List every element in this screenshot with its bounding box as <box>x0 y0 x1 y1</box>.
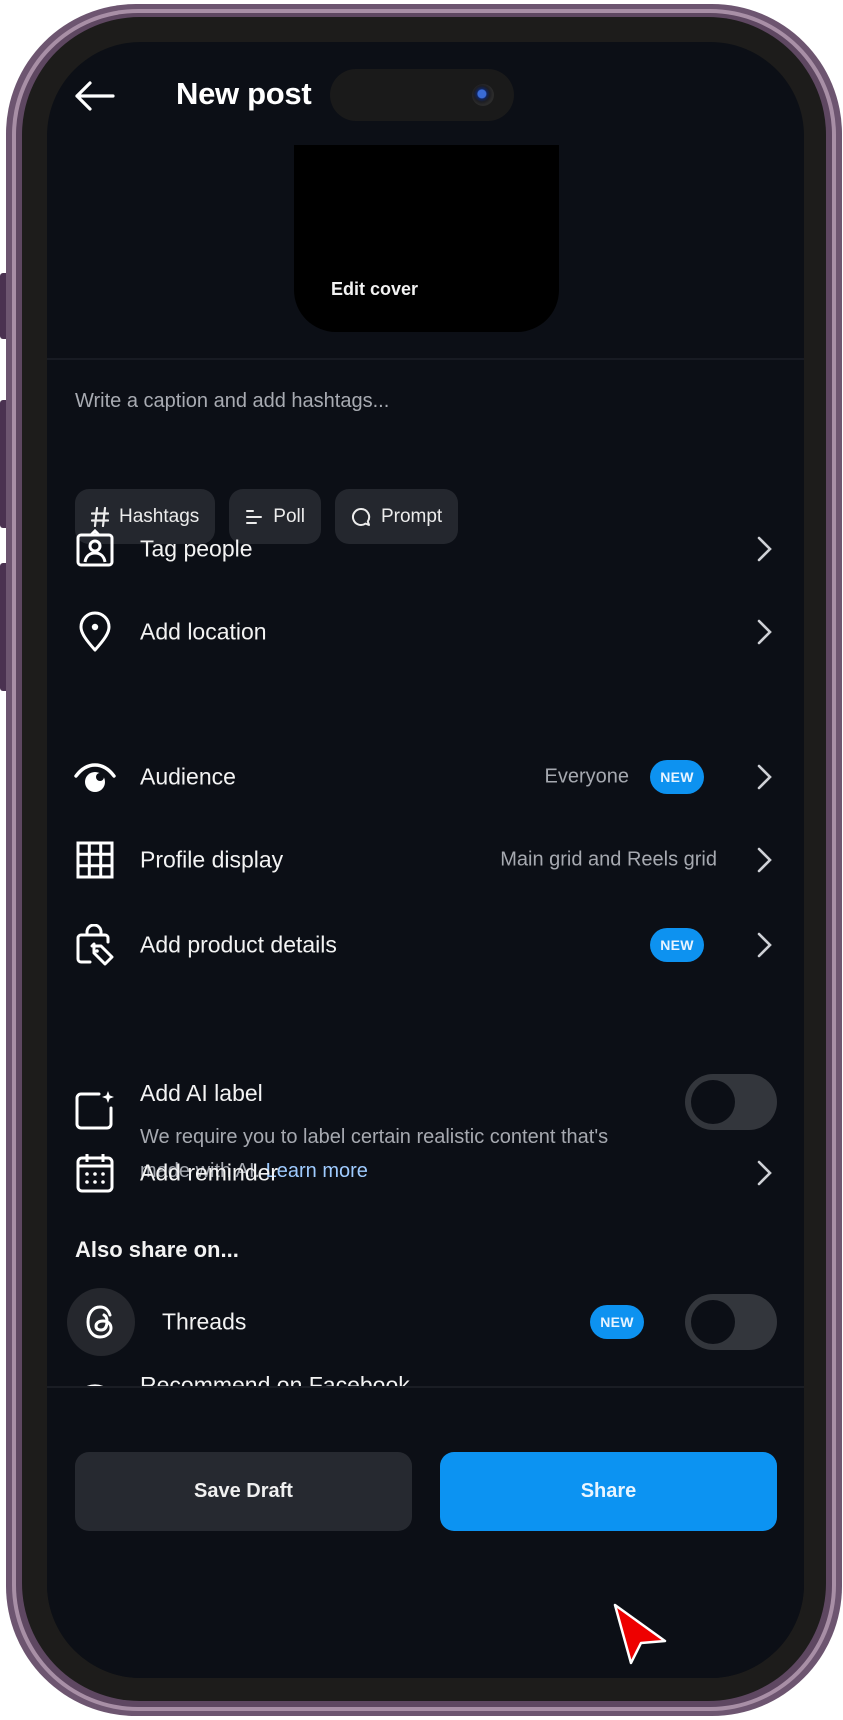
profile-display-row[interactable]: Profile display Main grid and Reels grid <box>47 825 804 895</box>
profile-display-value: Main grid and Reels grid <box>500 848 717 871</box>
edit-cover-thumbnail[interactable]: Edit cover <box>294 145 559 332</box>
location-pin-icon <box>73 610 117 654</box>
ai-sparkle-icon <box>73 1090 115 1137</box>
chevron-right-icon <box>757 536 772 562</box>
ai-label-title: Add AI label <box>140 1080 263 1106</box>
bottom-action-bar: Save Draft Share <box>47 1386 804 1678</box>
shopping-tag-icon <box>73 923 117 967</box>
eye-icon <box>73 755 117 799</box>
save-draft-button[interactable]: Save Draft <box>75 1452 412 1531</box>
dynamic-island <box>330 69 514 121</box>
edit-cover-label: Edit cover <box>331 279 419 299</box>
tag-person-icon <box>73 527 117 571</box>
new-badge: NEW <box>650 760 704 794</box>
tag-people-label: Tag people <box>140 535 253 562</box>
mouse-cursor-icon <box>613 1603 667 1665</box>
screen: New post Edit cover Hashtags Poll Prompt… <box>47 42 804 1678</box>
chevron-right-icon <box>757 932 772 958</box>
product-details-label: Add product details <box>140 931 337 958</box>
grid-icon <box>73 838 117 882</box>
calendar-icon <box>73 1151 117 1195</box>
chevron-right-icon <box>757 1160 772 1186</box>
tag-people-row[interactable]: Tag people <box>47 514 804 584</box>
chevron-right-icon <box>757 847 772 873</box>
ai-label-toggle[interactable] <box>685 1074 777 1130</box>
also-share-heading: Also share on... <box>75 1237 239 1262</box>
add-reminder-label: Add reminder <box>140 1159 279 1186</box>
back-button[interactable] <box>73 80 115 112</box>
arrow-left-icon <box>75 81 115 111</box>
add-location-row[interactable]: Add location <box>47 597 804 667</box>
threads-label: Threads <box>162 1308 247 1335</box>
product-details-row[interactable]: Add product details NEW <box>47 910 804 980</box>
chevron-right-icon <box>757 764 772 790</box>
caption-input[interactable] <box>75 390 765 413</box>
share-button[interactable]: Share <box>440 1452 777 1531</box>
chevron-right-icon <box>757 619 772 645</box>
add-reminder-row[interactable]: Add reminder <box>47 1138 804 1208</box>
new-badge: NEW <box>590 1305 644 1339</box>
threads-toggle[interactable] <box>685 1294 777 1350</box>
add-location-label: Add location <box>140 618 267 645</box>
audience-row[interactable]: Audience Everyone NEW <box>47 742 804 812</box>
page-title: New post <box>176 76 312 111</box>
audience-label: Audience <box>140 763 236 790</box>
front-camera-icon <box>472 84 494 106</box>
threads-row: Threads NEW <box>47 1287 804 1357</box>
audience-value: Everyone <box>544 765 630 788</box>
profile-display-label: Profile display <box>140 846 284 873</box>
new-badge: NEW <box>650 928 704 962</box>
divider <box>47 358 804 360</box>
